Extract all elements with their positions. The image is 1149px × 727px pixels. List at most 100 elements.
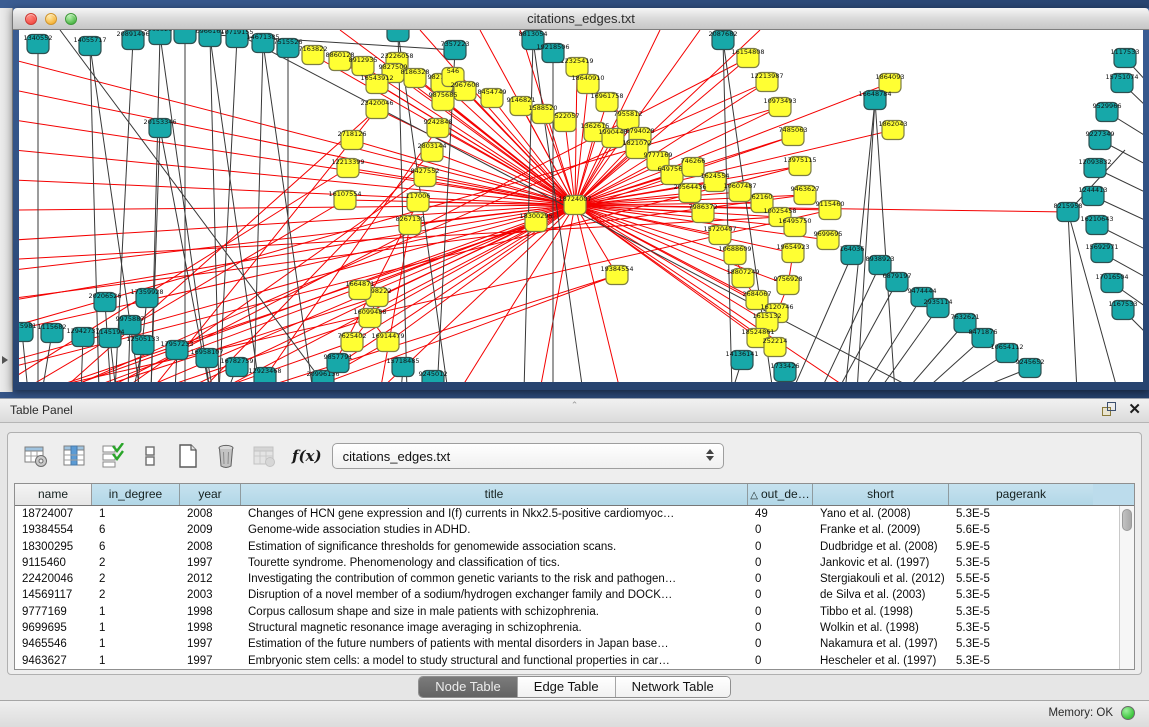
graph-node[interactable]: 8427552 (411, 167, 440, 187)
show-columns-icon[interactable] (60, 442, 88, 470)
import-table-icon[interactable] (250, 442, 278, 470)
graph-node[interactable]: 16099488 (353, 308, 386, 328)
graph-node[interactable]: 9242848 (424, 118, 453, 138)
network-graph[interactable]: 1872400718300295716382288601288912935232… (19, 30, 1143, 382)
citation-edge-black[interactable] (875, 100, 895, 382)
graph-node[interactable]: 2087682 (709, 30, 738, 50)
table-row[interactable]: 1872400712008Changes of HCN gene express… (15, 506, 1134, 522)
graph-node[interactable]: 1167533 (1109, 300, 1138, 320)
graph-node[interactable]: 16033809 (381, 30, 414, 42)
graph-node[interactable]: 9875685 (429, 91, 458, 111)
graph-node[interactable]: 9245652 (1016, 358, 1045, 378)
column-header-in-degree[interactable]: in_degree (92, 484, 180, 505)
graph-node[interactable]: 12213987 (750, 72, 783, 92)
graph-node[interactable]: 8912935 (349, 56, 378, 76)
graph-node[interactable]: 15720407 (703, 225, 736, 245)
table-row[interactable]: 1456911722003Disruption of a novel membe… (15, 587, 1134, 603)
graph-node[interactable]: 15718485 (386, 357, 419, 377)
table-row[interactable]: 1938455462009Genome-wide association stu… (15, 522, 1134, 538)
graph-node[interactable]: 9115460 (816, 200, 845, 220)
citation-edge-black[interactable] (820, 265, 880, 382)
graph-node[interactable]: 9756928 (774, 275, 803, 295)
graph-node[interactable]: 16154808 (731, 48, 764, 68)
graph-node[interactable]: 1115682 (38, 323, 67, 343)
graph-node[interactable]: 17016504 (1095, 273, 1128, 293)
graph-node[interactable]: 18807249 (726, 268, 759, 288)
graph-node[interactable]: 117006 (406, 192, 431, 212)
graph-node[interactable]: 9529966 (1093, 102, 1122, 122)
panel-resize-grip[interactable]: ⌃ (571, 400, 579, 411)
graph-node[interactable]: 9245012 (419, 370, 448, 382)
panel-expand-arrow-icon[interactable] (2, 356, 8, 364)
function-builder-icon[interactable]: f(x) (292, 447, 322, 465)
delete-table-icon[interactable] (212, 442, 240, 470)
graph-node[interactable]: 20153346 (143, 118, 176, 138)
graph-node[interactable]: 19654923 (776, 243, 809, 263)
graph-node[interactable]: 252214 (763, 337, 788, 357)
citation-edge-red[interactable] (352, 140, 575, 205)
scrollbar-thumb[interactable] (1122, 509, 1132, 531)
table-vertical-scrollbar[interactable] (1119, 506, 1134, 669)
graph-node[interactable]: 7485063 (779, 126, 808, 146)
graph-node[interactable]: 13975115 (783, 156, 816, 176)
graph-node[interactable]: 9227349 (1086, 130, 1115, 150)
graph-node[interactable]: 1244413 (1079, 186, 1108, 206)
graph-node[interactable]: 17957233 (160, 340, 193, 360)
graph-node[interactable]: 23420046 (360, 99, 393, 119)
table-row[interactable]: 977716911998Corpus callosum shape and si… (15, 604, 1134, 620)
citation-edge-black[interactable] (1068, 212, 1077, 382)
table-row[interactable]: 911546021997Tourette syndrome. Phenomeno… (15, 555, 1134, 571)
graph-node[interactable]: 2935114 (924, 298, 953, 318)
graph-node[interactable]: 9857791 (324, 353, 353, 373)
graph-node[interactable]: 8215958 (1054, 202, 1083, 222)
tab-node-table[interactable]: Node Table (419, 677, 518, 697)
table-selector-dropdown[interactable]: citations_edges.txt (332, 443, 724, 469)
minimize-button[interactable] (45, 13, 57, 25)
graph-node[interactable]: 8522057 (551, 112, 580, 132)
select-rows-icon[interactable] (98, 442, 126, 470)
merge-rows-icon[interactable] (136, 442, 164, 470)
zoom-button[interactable] (65, 13, 77, 25)
citation-edge-black[interactable] (862, 297, 922, 382)
graph-node[interactable]: 164036 (840, 245, 865, 265)
graph-node[interactable]: 2803144 (418, 142, 447, 162)
table-row[interactable]: 1830029562008Estimation of significance … (15, 539, 1134, 555)
memory-status-indicator[interactable] (1121, 706, 1135, 720)
column-header-out-degree[interactable]: △out_de… (748, 484, 813, 505)
graph-node[interactable]: 12213399 (331, 158, 364, 178)
tab-network-table[interactable]: Network Table (616, 677, 730, 697)
graph-node[interactable]: 12093832 (1078, 158, 1111, 178)
graph-node[interactable]: 1145194 (96, 328, 125, 348)
graph-node[interactable]: 16961758 (590, 92, 623, 112)
graph-node[interactable]: 20206526 (88, 292, 121, 312)
close-panel-icon[interactable]: ✕ (1128, 402, 1141, 418)
float-panel-icon[interactable] (1102, 402, 1118, 418)
column-header-name[interactable]: name (15, 484, 92, 505)
graph-node[interactable]: 12505133 (126, 335, 159, 355)
new-table-icon[interactable] (174, 442, 202, 470)
column-header-short[interactable]: short (813, 484, 949, 505)
graph-node[interactable]: 10688609 (718, 245, 751, 265)
graph-node[interactable]: 14055717 (73, 36, 106, 56)
citation-edge-red[interactable] (19, 205, 575, 300)
tab-edge-table[interactable]: Edge Table (518, 677, 616, 697)
graph-node[interactable]: 7986372 (689, 203, 718, 223)
graph-node[interactable]: 12923468 (248, 367, 281, 382)
graph-node[interactable]: 1862043 (879, 120, 908, 140)
graph-node[interactable]: 2718126 (338, 130, 367, 150)
graph-node[interactable]: 16210643 (1080, 215, 1113, 235)
table-row[interactable]: 946362711997Embryonic stem cells: a mode… (15, 653, 1134, 669)
graph-node[interactable]: 8186328 (401, 68, 430, 88)
column-header-title[interactable]: title (241, 484, 748, 505)
graph-node[interactable]: 9699695 (814, 230, 843, 250)
graph-node[interactable]: 7163822 (299, 45, 328, 65)
graph-node[interactable]: 3915981 (19, 322, 36, 342)
graph-node[interactable]: 1664871 (346, 280, 375, 300)
graph-node[interactable]: 7625402 (338, 332, 367, 352)
graph-node[interactable]: 1588520 (529, 104, 558, 124)
table-row[interactable]: 946554611997Estimation of the future num… (15, 636, 1134, 652)
table-panel-header[interactable]: Table Panel ⌃ ✕ (0, 399, 1149, 423)
graph-node[interactable]: 19384554 (600, 265, 633, 285)
graph-node[interactable]: 10973493 (763, 97, 796, 117)
graph-node[interactable]: 8454749 (478, 88, 507, 108)
